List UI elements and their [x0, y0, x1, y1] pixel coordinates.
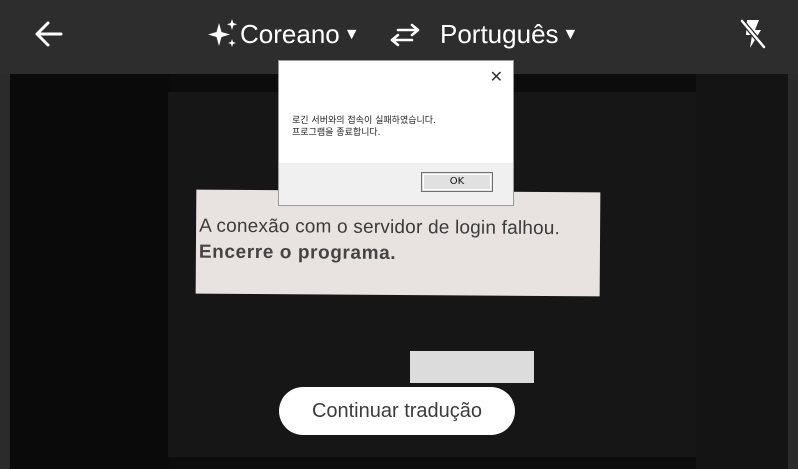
error-dialog: ✕ 로긴 서버와의 접속이 실패하였습니다. 프로그램을 종료합니다. OK [278, 60, 514, 206]
dialog-message: 로긴 서버와의 접속이 실패하였습니다. 프로그램을 종료합니다. [292, 115, 436, 139]
ok-button[interactable]: OK [421, 172, 493, 192]
translation-line-1: A conexão com o servidor de login falhou… [199, 215, 561, 240]
dialog-message-line-1: 로긴 서버와의 접속이 실패하였습니다. [292, 116, 436, 126]
source-language-selector[interactable]: Coreano ▼ [206, 14, 360, 54]
target-language-selector[interactable]: Português ▼ [440, 14, 578, 54]
dialog-footer: OK [279, 163, 513, 205]
swap-languages-icon[interactable] [388, 22, 422, 48]
target-language-label: Português [440, 19, 559, 49]
chevron-down-icon: ▼ [343, 26, 360, 43]
continue-translation-button[interactable]: Continuar tradução [279, 387, 515, 435]
translation-line-2: Encerre o programa. [198, 241, 397, 264]
source-language-label: Coreano [240, 19, 340, 49]
close-icon[interactable]: ✕ [490, 67, 503, 86]
dialog-message-line-2: 프로그램을 종료합니다. [292, 128, 381, 138]
back-arrow-icon[interactable] [34, 20, 64, 48]
sparkle-icon [206, 17, 240, 51]
camera-background-right [696, 74, 788, 469]
chevron-down-icon: ▼ [562, 26, 579, 43]
flash-off-icon[interactable] [736, 16, 770, 52]
camera-background-left [10, 74, 170, 469]
screen-glare-area [410, 351, 534, 383]
